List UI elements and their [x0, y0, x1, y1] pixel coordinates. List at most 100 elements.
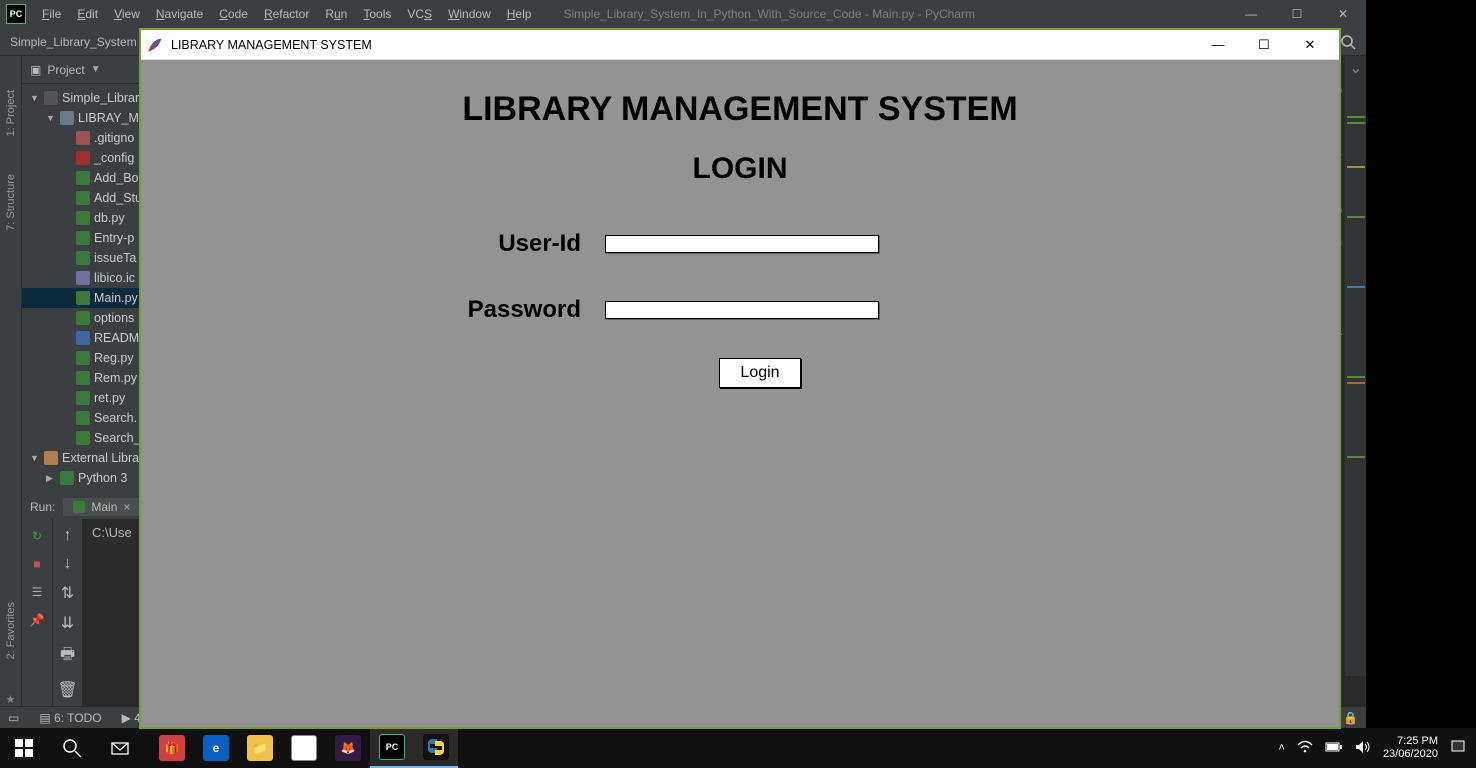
tray-chevron-icon[interactable]: ˄ — [1279, 742, 1285, 754]
tree-file[interactable]: .gitigno — [94, 131, 134, 145]
taskbar-app-gift[interactable]: 🎁 — [150, 728, 194, 768]
taskbar-app-edge[interactable]: e — [194, 728, 238, 768]
menu-navigate[interactable]: Navigate — [148, 3, 211, 25]
stop-icon[interactable]: ■ — [28, 555, 46, 573]
run-tab[interactable]: Main × — [63, 498, 140, 516]
menu-file[interactable]: File — [34, 3, 69, 25]
tree-file-selected[interactable]: Main.py — [94, 291, 138, 305]
tk-minimize-icon[interactable]: ― — [1195, 30, 1241, 60]
menu-view[interactable]: View — [106, 3, 148, 25]
tree-file[interactable]: Reg.py — [94, 351, 134, 365]
tree-file[interactable]: db.py — [94, 211, 125, 225]
status-corner-icon[interactable]: ▭ — [8, 711, 19, 725]
layout-icon[interactable]: ☰ — [28, 583, 46, 601]
run-gutter: ↻ ■ ☰ 📌 — [22, 519, 52, 706]
search-icon[interactable] — [48, 728, 96, 768]
trash-icon[interactable]: 🗑 — [57, 680, 77, 700]
tree-file[interactable]: options — [94, 311, 134, 325]
python-icon — [73, 501, 85, 513]
close-icon[interactable]: ✕ — [1320, 0, 1366, 28]
tk-close-icon[interactable]: ✕ — [1287, 30, 1333, 60]
tk-maximize-icon[interactable]: ☐ — [1241, 30, 1287, 60]
tree-file[interactable]: issueTa — [94, 251, 136, 265]
tree-file[interactable]: Rem.py — [94, 371, 137, 385]
clock[interactable]: 7:25 PM 23/06/2020 — [1383, 735, 1438, 761]
menu-help[interactable]: Help — [499, 3, 540, 25]
tree-file[interactable]: Add_Bo — [94, 171, 138, 185]
menu-refactor[interactable]: Refactor — [256, 3, 317, 25]
taskbar-app-python[interactable] — [414, 728, 458, 768]
tk-titlebar[interactable]: LIBRARY MANAGEMENT SYSTEM ― ☐ ✕ — [141, 30, 1339, 60]
window-title: Simple_Library_System_In_Python_With_Sou… — [563, 7, 975, 21]
editor-marker-strip[interactable]: ⌄ — [1344, 56, 1366, 676]
up-icon[interactable]: ↑ — [64, 527, 72, 545]
image-icon — [76, 271, 90, 285]
password-input[interactable] — [605, 301, 879, 319]
tree-folder[interactable]: LIBRAY_MA — [78, 111, 147, 125]
volume-icon[interactable] — [1355, 740, 1371, 757]
folder-icon — [60, 111, 74, 125]
status-todo[interactable]: ▤ 6: TODO — [39, 711, 101, 725]
wrap-icon[interactable]: ⇅ — [61, 583, 74, 603]
python-icon — [76, 391, 90, 405]
taskbar-app-store[interactable]: 🛍 — [282, 728, 326, 768]
print-icon[interactable]: 🖶 — [60, 643, 75, 670]
tree-file[interactable]: ret.py — [94, 391, 125, 405]
tree-file[interactable]: Add_Stu — [94, 191, 142, 205]
close-tab-icon[interactable]: × — [123, 500, 130, 514]
tree-file[interactable]: libico.ic — [94, 271, 135, 285]
tab-favorites[interactable]: 2: Favorites — [3, 598, 19, 663]
tree-python-env[interactable]: Python 3 — [78, 471, 127, 485]
tab-structure[interactable]: 7: Structure — [3, 170, 19, 235]
login-heading: LOGIN — [141, 152, 1339, 186]
run-gutter2: ↑ ↓ ⇅ ⇊ 🖶 🗑 — [52, 519, 82, 706]
python-icon — [76, 351, 90, 365]
menu-run[interactable]: Run — [317, 3, 355, 25]
tree-file[interactable]: Entry-p — [94, 231, 134, 245]
python-icon — [76, 291, 90, 305]
git-icon — [76, 131, 90, 145]
user-id-input[interactable] — [605, 235, 879, 253]
notifications-icon[interactable] — [1450, 739, 1466, 758]
mail-icon[interactable] — [96, 728, 144, 768]
tab-project[interactable]: 1: Project — [3, 86, 19, 140]
project-label[interactable]: Project — [47, 63, 84, 77]
maximize-icon[interactable]: ☐ — [1274, 0, 1320, 28]
down-icon[interactable]: ↓ — [64, 555, 72, 573]
wifi-icon[interactable] — [1297, 740, 1313, 757]
password-row: Password — [451, 296, 879, 324]
pin-icon[interactable]: 📌 — [28, 611, 46, 629]
chevron-down-icon[interactable]: ⌄ — [1349, 58, 1362, 78]
tree-file[interactable]: Search. — [94, 411, 137, 425]
taskbar-app-explorer[interactable]: 📁 — [238, 728, 282, 768]
login-button[interactable]: Login — [719, 358, 801, 388]
tree-file[interactable]: _config — [94, 151, 134, 165]
chevron-down-icon[interactable]: ▼ — [91, 64, 101, 75]
project-view-icon: ▣ — [30, 63, 41, 77]
menu-edit[interactable]: Edit — [69, 3, 106, 25]
python-icon — [76, 411, 90, 425]
tree-root[interactable]: Simple_Librar — [62, 91, 139, 105]
tree-file[interactable]: Search_ — [94, 431, 141, 445]
breadcrumb[interactable]: Simple_Library_System — [10, 35, 137, 49]
menu-window[interactable]: Window — [440, 3, 499, 25]
main-menu: File Edit View Navigate Code Refactor Ru… — [34, 3, 539, 25]
taskbar-app-firefox[interactable]: 🦊 — [326, 728, 370, 768]
battery-icon[interactable] — [1325, 741, 1343, 756]
minimize-icon[interactable]: ― — [1228, 0, 1274, 28]
search-icon[interactable] — [1340, 34, 1356, 50]
rerun-icon[interactable]: ↻ — [28, 527, 46, 545]
menu-vcs[interactable]: VCS — [399, 3, 440, 25]
project-icon — [44, 91, 58, 105]
menu-code[interactable]: Code — [211, 3, 256, 25]
start-button[interactable] — [0, 728, 48, 768]
app-heading: LIBRARY MANAGEMENT SYSTEM — [141, 90, 1339, 129]
status-lock-icon[interactable]: 🔒 — [1343, 711, 1358, 725]
python-icon — [76, 171, 90, 185]
tk-title-text: LIBRARY MANAGEMENT SYSTEM — [171, 38, 372, 52]
scroll-icon[interactable]: ⇊ — [61, 613, 74, 633]
library-icon — [44, 451, 58, 465]
menu-tools[interactable]: Tools — [355, 3, 399, 25]
tree-external-libs[interactable]: External Librari — [62, 451, 146, 465]
taskbar-app-pycharm[interactable]: PC — [370, 728, 414, 768]
